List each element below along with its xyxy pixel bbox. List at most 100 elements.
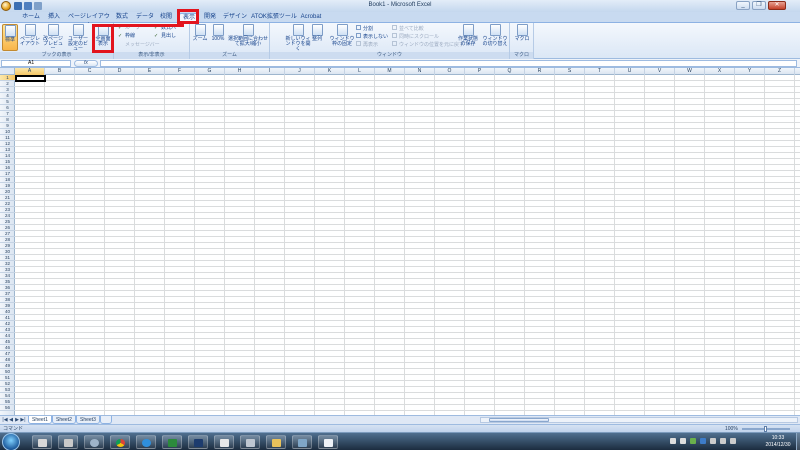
column-header[interactable]: B xyxy=(45,68,75,75)
column-header[interactable]: C xyxy=(75,68,105,75)
taskbar-app10-icon[interactable] xyxy=(292,435,312,449)
gridlines-checkbox[interactable]: ✓ 枠線 xyxy=(118,33,135,39)
taskbar-word-icon[interactable] xyxy=(318,435,338,449)
unhide-button[interactable]: 再表示 xyxy=(356,41,378,48)
show-desktop-button[interactable] xyxy=(796,433,800,450)
macros-button[interactable]: マクロ xyxy=(514,24,530,51)
taskbar-ie-icon[interactable] xyxy=(136,435,156,449)
column-header[interactable]: M xyxy=(375,68,405,75)
row-header[interactable]: 56 xyxy=(0,405,15,411)
sync-scroll-button[interactable]: 同時にスクロール xyxy=(392,33,439,40)
reset-position-button[interactable]: ウィンドウの位置を元に戻す xyxy=(392,41,464,48)
clock-date[interactable]: 2014/12/30 xyxy=(760,442,796,448)
column-header[interactable]: E xyxy=(135,68,165,75)
page-break-preview-button[interactable]: 改ページプレビュー xyxy=(42,24,64,52)
zoom-button[interactable]: ズーム xyxy=(192,24,208,51)
tab-design[interactable]: デザイン xyxy=(222,13,248,23)
zoom-100-button[interactable]: 100% xyxy=(210,24,226,51)
taskbar-chrome-icon[interactable] xyxy=(110,435,130,449)
column-header[interactable]: O xyxy=(435,68,465,75)
save-workspace-button[interactable]: 作業状態の保存 xyxy=(456,24,480,51)
column-header[interactable]: I xyxy=(255,68,285,75)
close-button[interactable]: ✕ xyxy=(768,1,786,10)
last-sheet-icon[interactable]: ▶| xyxy=(20,417,26,423)
name-box[interactable]: A1 xyxy=(1,60,71,67)
tray-volume-icon[interactable] xyxy=(720,438,726,444)
arrange-all-button[interactable]: 整列 xyxy=(310,24,324,51)
column-header[interactable]: H xyxy=(225,68,255,75)
start-button-icon[interactable] xyxy=(2,433,20,450)
column-header[interactable]: Z xyxy=(765,68,795,75)
column-header[interactable]: V xyxy=(645,68,675,75)
hide-button[interactable]: 表示しない xyxy=(356,33,388,40)
taskbar-media-icon[interactable] xyxy=(58,435,78,449)
column-header[interactable]: T xyxy=(585,68,615,75)
column-header[interactable]: S xyxy=(555,68,585,75)
restore-button[interactable]: ❐ xyxy=(752,1,766,10)
taskbar-app7-icon[interactable] xyxy=(214,435,234,449)
column-header[interactable]: A xyxy=(15,68,45,75)
horizontal-scrollbar[interactable] xyxy=(480,417,798,423)
column-header[interactable]: D xyxy=(105,68,135,75)
column-header[interactable]: G xyxy=(195,68,225,75)
formula-input[interactable] xyxy=(100,60,797,67)
zoom-to-selection-button[interactable]: 選択範囲に合わせて拡大/縮小 xyxy=(228,24,268,51)
tab-formulas[interactable]: 数式 xyxy=(112,13,132,23)
tab-developer[interactable]: 開発 xyxy=(200,13,220,23)
taskbar-photoshop-icon[interactable] xyxy=(188,435,208,449)
taskbar-folder-icon[interactable] xyxy=(266,435,286,449)
column-header[interactable]: R xyxy=(525,68,555,75)
split-button[interactable]: 分割 xyxy=(356,25,373,32)
page-layout-view-button[interactable]: ページレイアウト xyxy=(20,24,40,51)
side-by-side-button[interactable]: 並べて比較 xyxy=(392,25,424,32)
taskbar-excel-icon[interactable] xyxy=(162,435,182,449)
sheet-tab-sheet1[interactable]: Sheet1 xyxy=(28,416,52,424)
worksheet-grid[interactable]: ABCDEFGHIJKLMNOPQRSTUVWXYZ 1 2 3 4 5 6 7 8 9 10 11… xyxy=(0,68,800,415)
taskbar-app-icon[interactable] xyxy=(84,435,104,449)
new-window-button[interactable]: 新しいウィンドウを開く xyxy=(284,24,312,52)
taskbar-explorer-icon[interactable] xyxy=(32,435,52,449)
ime-icon[interactable] xyxy=(670,438,676,444)
column-header[interactable]: F xyxy=(165,68,195,75)
zoom-slider[interactable] xyxy=(742,426,790,432)
clock-time[interactable]: 10:33 xyxy=(760,435,796,441)
tab-review[interactable]: 校閲 xyxy=(156,13,176,23)
column-header[interactable]: J xyxy=(285,68,315,75)
column-header[interactable]: Y xyxy=(735,68,765,75)
column-header[interactable]: U xyxy=(615,68,645,75)
minimize-button[interactable]: _ xyxy=(736,1,750,10)
column-header[interactable]: L xyxy=(345,68,375,75)
tab-insert[interactable]: 挿入 xyxy=(44,13,64,23)
freeze-panes-button[interactable]: ウィンドウ枠の固定 xyxy=(328,24,356,51)
column-header[interactable]: K xyxy=(315,68,345,75)
taskbar-app8-icon[interactable] xyxy=(240,435,260,449)
custom-views-button[interactable]: ユーザー設定のビュー xyxy=(66,24,90,52)
tray-power-icon[interactable] xyxy=(730,438,736,444)
tab-atok[interactable]: ATOK拡張ツール xyxy=(250,13,298,23)
horizontal-scroll-thumb[interactable] xyxy=(489,418,549,422)
tab-home[interactable]: ホーム xyxy=(18,13,44,23)
select-all-corner[interactable] xyxy=(0,68,15,75)
switch-windows-button[interactable]: ウィンドウの切り替え xyxy=(482,24,508,51)
tab-acrobat[interactable]: Acrobat xyxy=(298,13,324,23)
message-bar-checkbox[interactable]: メッセージバー xyxy=(118,41,160,48)
column-header[interactable]: X xyxy=(705,68,735,75)
column-header[interactable]: P xyxy=(465,68,495,75)
tray-flag-icon[interactable] xyxy=(710,438,716,444)
normal-view-button[interactable]: 標準 xyxy=(2,24,18,51)
tray-app-icon[interactable] xyxy=(680,438,686,444)
insert-function-button[interactable]: fx xyxy=(74,60,98,67)
headings-checkbox[interactable]: ✓ 見出し xyxy=(154,33,176,39)
column-header[interactable]: Q xyxy=(495,68,525,75)
tab-page-layout[interactable]: ページレイアウト xyxy=(68,13,110,29)
cell-area[interactable] xyxy=(15,75,800,415)
insert-sheet-icon[interactable] xyxy=(100,416,112,424)
column-header[interactable]: N xyxy=(405,68,435,75)
column-header[interactable]: W xyxy=(675,68,705,75)
sheet-tab-sheet3[interactable]: Sheet3 xyxy=(76,416,100,424)
tray-network-icon[interactable] xyxy=(700,438,706,444)
tab-data[interactable]: データ xyxy=(134,13,156,23)
sheet-tab-sheet2[interactable]: Sheet2 xyxy=(52,416,76,424)
tray-status-icon[interactable] xyxy=(690,438,696,444)
active-cell-a1[interactable] xyxy=(15,75,46,82)
